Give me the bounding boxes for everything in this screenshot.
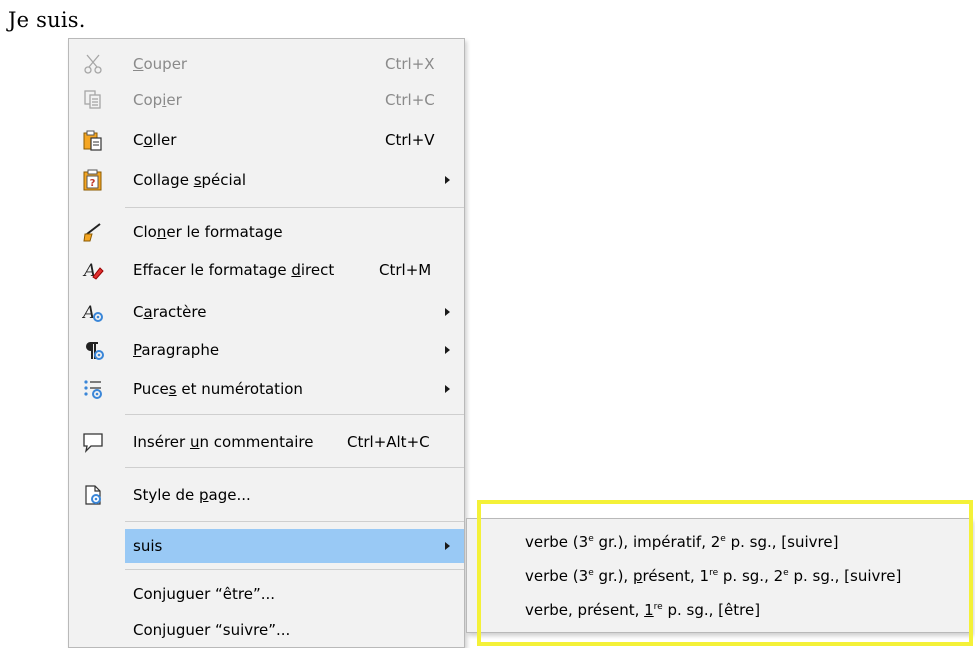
menu-item-label: Effacer le formatage direct bbox=[133, 261, 335, 279]
shortcut-label: Ctrl+V bbox=[385, 131, 435, 149]
menu-separator bbox=[125, 521, 464, 522]
menu-item-paragraph[interactable]: Paragraphe bbox=[69, 333, 464, 367]
menu-item-label: Puces et numérotation bbox=[133, 380, 303, 398]
bullets-icon bbox=[82, 378, 104, 400]
menu-item-label: Conjuguer “suivre”... bbox=[133, 621, 291, 639]
menu-item-label: Cloner le formatage bbox=[133, 223, 283, 241]
menu-item-clone-formatting[interactable]: Cloner le formatage bbox=[69, 215, 464, 249]
menu-item-cut[interactable]: Couper Ctrl+X bbox=[69, 47, 464, 81]
shortcut-label: Ctrl+X bbox=[385, 55, 435, 73]
menu-item-label: Copier bbox=[133, 91, 182, 109]
character-icon: A bbox=[82, 301, 104, 323]
page-style-icon bbox=[82, 484, 104, 506]
menu-item-label: Paragraphe bbox=[133, 341, 220, 359]
menu-separator bbox=[125, 569, 464, 570]
menu-item-label: Style de page... bbox=[133, 486, 251, 504]
submenu-arrow-icon bbox=[445, 176, 450, 184]
menu-separator bbox=[125, 414, 464, 415]
menu-item-paste[interactable]: Coller Ctrl+V bbox=[69, 123, 464, 157]
svg-text:A: A bbox=[82, 303, 95, 323]
menu-item-label: Coller bbox=[133, 131, 177, 149]
menu-item-paste-special[interactable]: ? Collage spécial bbox=[69, 163, 464, 197]
menu-item-copy[interactable]: Copier Ctrl+C bbox=[69, 83, 464, 117]
menu-item-bullets-numbering[interactable]: Puces et numérotation bbox=[69, 372, 464, 406]
menu-item-label: Collage spécial bbox=[133, 171, 247, 189]
clone-formatting-icon bbox=[82, 221, 104, 243]
menu-item-label: Couper bbox=[133, 55, 188, 73]
menu-item-conjugate-suivre[interactable]: Conjuguer “suivre”... bbox=[69, 613, 464, 647]
paste-special-icon: ? bbox=[82, 169, 104, 191]
shortcut-label: Ctrl+Alt+C bbox=[347, 433, 430, 451]
menu-item-label: suis bbox=[133, 537, 163, 555]
highlight-frame bbox=[477, 500, 973, 646]
paragraph-icon bbox=[82, 339, 104, 361]
menu-item-insert-comment[interactable]: Insérer un commentaire Ctrl+Alt+C bbox=[69, 425, 464, 459]
context-menu: Couper Ctrl+X Copier Ctrl+C Coller Ctrl+… bbox=[68, 38, 465, 648]
menu-item-label: Conjuguer “être”... bbox=[133, 585, 276, 603]
clear-formatting-icon: A bbox=[82, 259, 104, 281]
scissors-icon bbox=[82, 53, 104, 75]
document-text: Je suis. bbox=[8, 8, 86, 32]
menu-item-conjugate-etre[interactable]: Conjuguer “être”... bbox=[69, 577, 464, 611]
menu-item-label: Insérer un commentaire bbox=[133, 433, 314, 451]
menu-separator bbox=[125, 207, 464, 208]
menu-item-character[interactable]: A Caractère bbox=[69, 295, 464, 329]
submenu-arrow-icon bbox=[445, 542, 450, 550]
copy-icon bbox=[82, 89, 104, 111]
menu-item-label: Caractère bbox=[133, 303, 207, 321]
shortcut-label: Ctrl+M bbox=[379, 261, 432, 279]
menu-item-page-style[interactable]: Style de page... bbox=[69, 478, 464, 512]
shortcut-label: Ctrl+C bbox=[385, 91, 435, 109]
submenu-arrow-icon bbox=[445, 308, 450, 316]
submenu-arrow-icon bbox=[445, 385, 450, 393]
comment-icon bbox=[82, 431, 104, 453]
menu-separator bbox=[125, 467, 464, 468]
submenu-arrow-icon bbox=[445, 346, 450, 354]
paste-icon bbox=[82, 129, 104, 151]
menu-item-clear-formatting[interactable]: A Effacer le formatage direct Ctrl+M bbox=[69, 253, 464, 287]
menu-item-suis[interactable]: suis bbox=[125, 529, 464, 563]
svg-text:?: ? bbox=[90, 178, 96, 189]
